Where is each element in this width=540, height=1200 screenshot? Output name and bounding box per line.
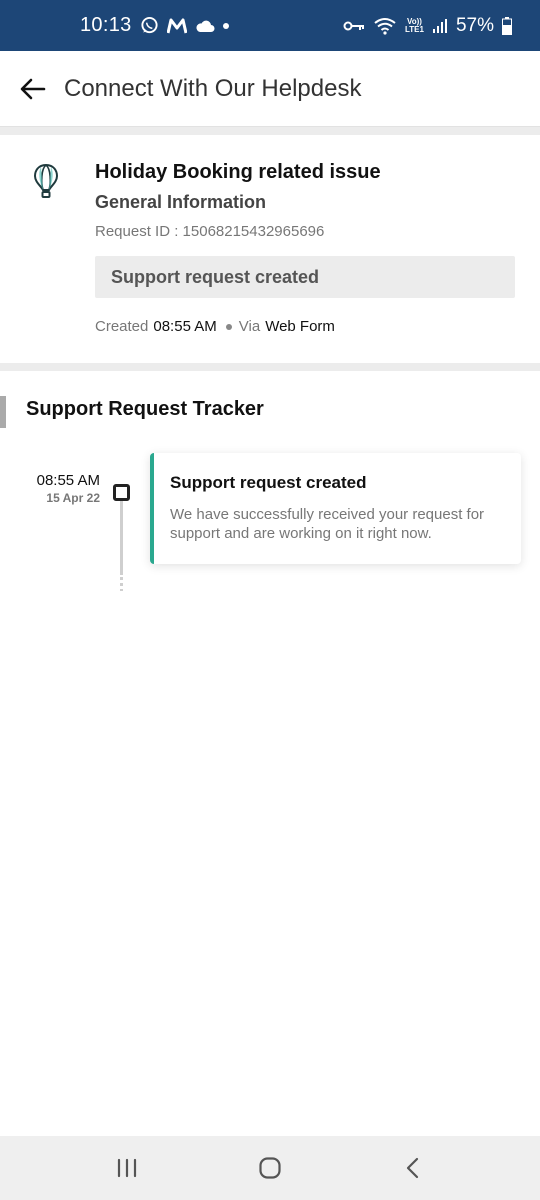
request-meta: Created 08:55 AM Via Web Form: [95, 318, 515, 335]
recents-button[interactable]: [97, 1143, 157, 1193]
nav-back-button[interactable]: [383, 1143, 443, 1193]
event-timestamp: 08:55 AM 15 Apr 22: [37, 472, 100, 505]
wifi-icon: [373, 16, 397, 36]
timeline-continuation: [120, 577, 123, 591]
battery-icon: [502, 16, 512, 36]
section-accent-bar: [0, 396, 6, 428]
arrow-left-icon: [20, 78, 46, 99]
home-button[interactable]: [240, 1143, 300, 1193]
request-info-card: Holiday Booking related issue General In…: [0, 135, 540, 363]
home-icon: [259, 1157, 281, 1179]
event-date: 15 Apr 22: [46, 491, 100, 505]
request-id: Request ID : 15068215432965696: [95, 223, 325, 240]
created-label: Created: [95, 318, 149, 335]
status-bar: 10:13 Vo)) LTE1 57%: [0, 0, 540, 51]
section-divider: [0, 363, 540, 371]
volte-icon: Vo)) LTE1: [405, 16, 424, 36]
section-divider: [0, 127, 540, 135]
app-bar: Connect With Our Helpdesk: [0, 51, 540, 127]
via-label: Via: [238, 318, 261, 335]
event-time: 08:55 AM: [36, 472, 100, 489]
page-title: Connect With Our Helpdesk: [64, 74, 362, 102]
battery-percent: 57%: [455, 14, 494, 36]
created-time: 08:55 AM: [153, 318, 217, 335]
timeline-event-card: Support request created We have successf…: [150, 453, 521, 564]
volte-bottom-label: LTE1: [405, 24, 424, 34]
event-title: Support request created: [170, 473, 367, 492]
status-badge: Support request created: [95, 256, 515, 298]
timeline-node: [113, 484, 130, 501]
m-app-icon: [166, 16, 187, 36]
system-navigation-bar: [0, 1136, 540, 1200]
hot-air-balloon-icon: [32, 163, 60, 199]
via-channel: Web Form: [265, 318, 335, 335]
vpn-key-icon: [343, 16, 365, 36]
issue-title: Holiday Booking related issue: [95, 161, 381, 183]
notification-dot-icon: [222, 16, 229, 36]
support-request-tracker: Support Request Tracker 08:55 AM 15 Apr …: [0, 371, 540, 1136]
event-description: We have successfully received your reque…: [170, 506, 485, 542]
whatsapp-icon: [140, 16, 159, 36]
tracker-title: Support Request Tracker: [26, 398, 264, 420]
chevron-left-icon: [407, 1157, 419, 1179]
status-time: 10:13: [80, 14, 132, 36]
timeline-line: [120, 501, 123, 575]
recents-icon: [117, 1158, 136, 1178]
cloud-icon: [195, 16, 215, 36]
back-button[interactable]: [18, 74, 48, 104]
signal-icon: [432, 16, 448, 36]
issue-category: General Information: [95, 192, 267, 212]
separator-dot: [225, 323, 232, 330]
